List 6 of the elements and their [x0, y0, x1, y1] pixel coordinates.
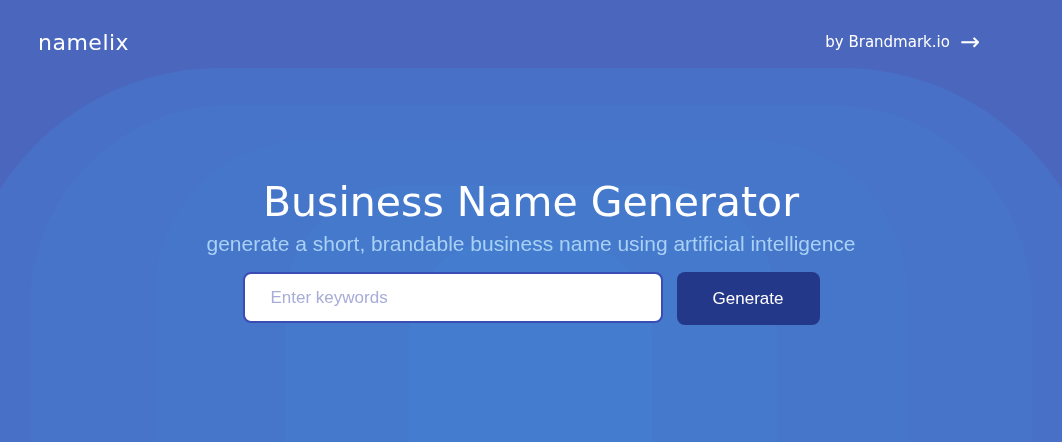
generate-button[interactable]: Generate — [676, 272, 820, 325]
subtitle: generate a short, brandable business name using artificial intelligence — [206, 232, 856, 256]
keywords-input-field[interactable]: Enter keywords — [242, 272, 663, 323]
logo[interactable]: namelix — [38, 29, 130, 55]
page-title: Business Name Generator — [263, 178, 799, 226]
brandmark-link[interactable]: by Brandmark.io → — [825, 30, 980, 54]
